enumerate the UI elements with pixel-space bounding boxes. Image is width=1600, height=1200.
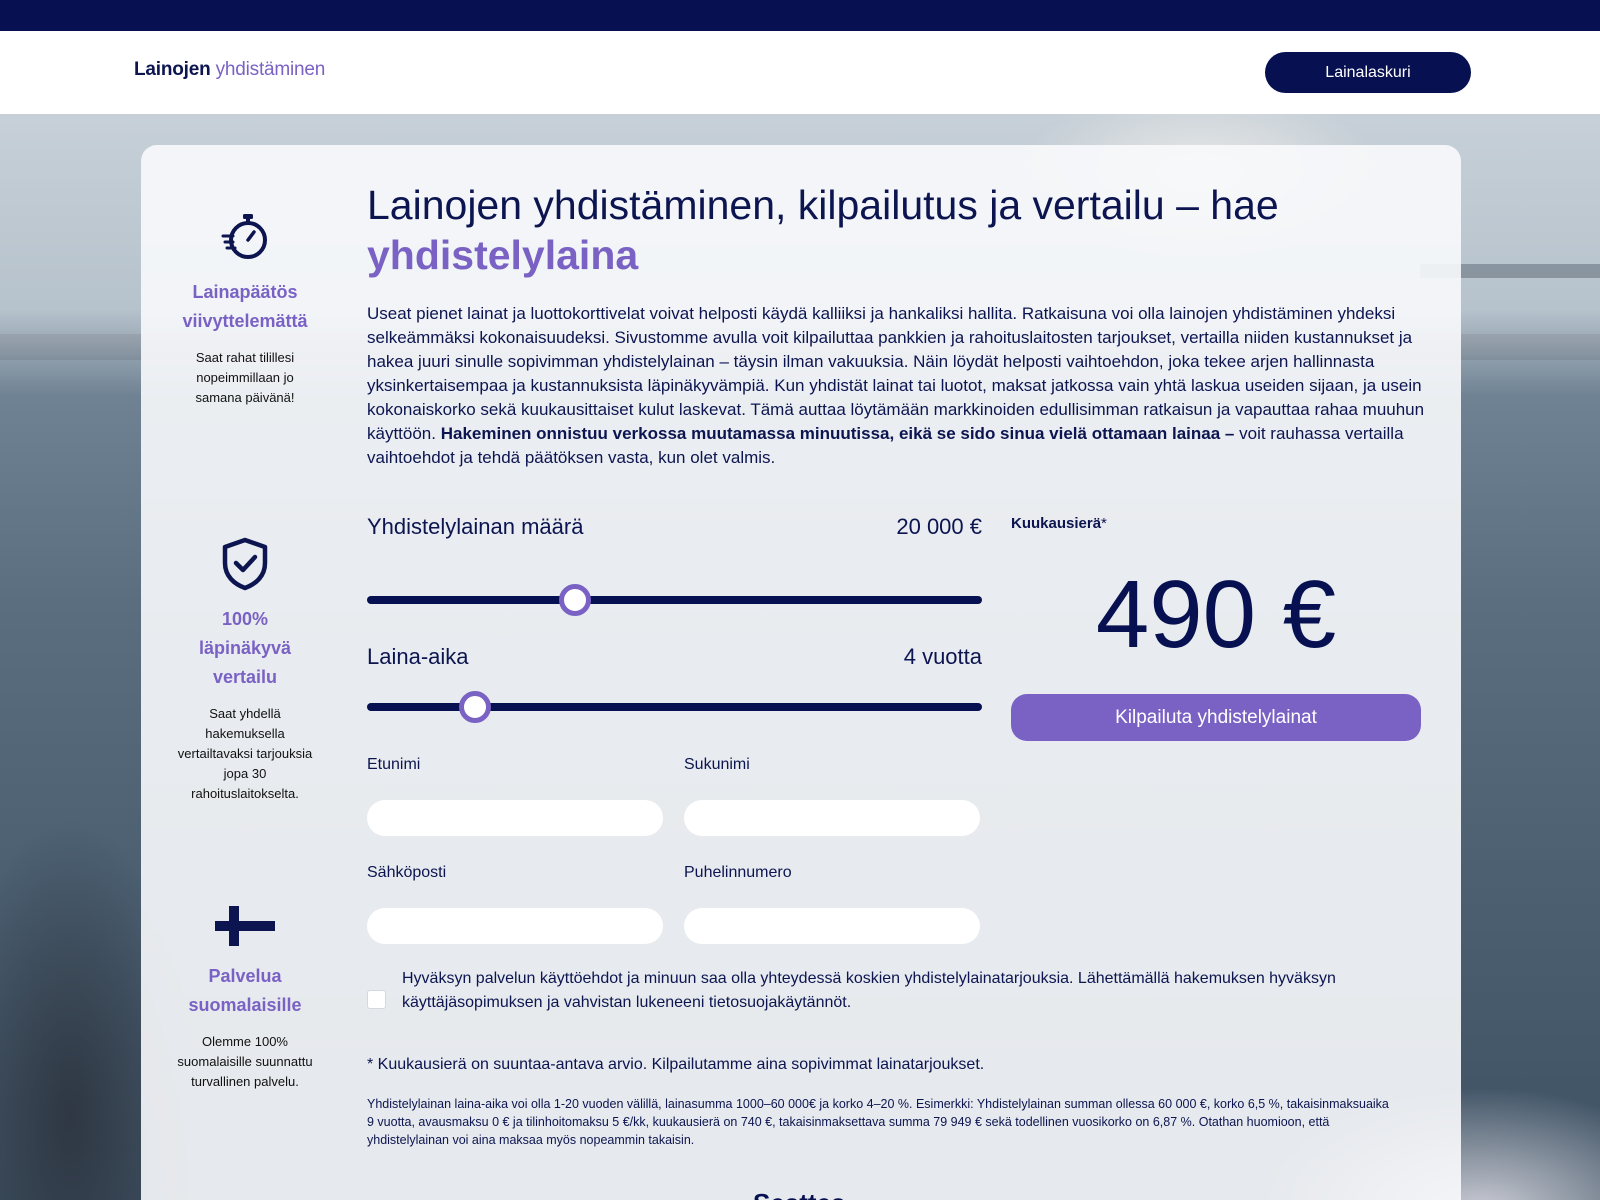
shield-check-icon: [222, 537, 268, 591]
last-name-field[interactable]: [684, 800, 980, 836]
term-slider-thumb[interactable]: [458, 691, 491, 723]
monthly-payment-label: Kuukausierä*: [1011, 515, 1107, 532]
loan-calculator-button[interactable]: Lainalaskuri: [1265, 52, 1471, 93]
finnish-cross-icon: [215, 906, 275, 946]
intro-paragraph: Useat pienet lainat ja luottokorttivelat…: [367, 302, 1427, 470]
amount-slider-value: 20 000 €: [896, 514, 982, 539]
intro-text: Useat pienet lainat ja luottokorttivelat…: [367, 304, 1425, 443]
feature-description: Olemme 100% suomalaisille suunnattu turv…: [177, 1034, 313, 1089]
page-title-main: Lainojen yhdistäminen, kilpailutus ja ve…: [367, 182, 1279, 228]
phone-field[interactable]: [684, 908, 980, 944]
phone-label: Puhelinnumero: [684, 864, 792, 881]
intro-bold-text: Hakeminen onnistuu verkossa muutamassa m…: [440, 424, 1235, 443]
last-name-label: Sukunimi: [684, 756, 750, 773]
feature-title: Palvelua suomalaisille: [188, 966, 302, 1015]
monthly-label-asterisk: *: [1101, 515, 1107, 532]
top-bar: [0, 0, 1600, 31]
email-label: Sähköposti: [367, 864, 447, 881]
next-section-heading: Sesttes: [753, 1188, 846, 1200]
feature-finnish-service: Palvelua suomalaisille Olemme 100% suoma…: [175, 904, 315, 1092]
monthly-payment-value: 490 €: [1095, 561, 1337, 668]
page-title: Lainojen yhdistäminen, kilpailutus ja ve…: [367, 180, 1417, 280]
logo-bold: Lainojen: [134, 59, 211, 80]
term-slider-track[interactable]: [367, 691, 982, 723]
logo-light: yhdistäminen: [215, 59, 326, 80]
feature-title: Lainapäätös viivyttelemättä: [182, 282, 308, 331]
fine-print: Yhdistelylainan laina-aika voi olla 1-20…: [367, 1097, 1389, 1147]
email-field[interactable]: [367, 908, 663, 944]
consent-checkbox[interactable]: [367, 990, 386, 1009]
feature-description: Saat rahat tilillesi nopeimmillaan jo sa…: [195, 350, 295, 405]
amount-slider-label: Yhdistelylainan määrä: [367, 514, 584, 539]
amount-slider-track[interactable]: [367, 584, 982, 616]
first-name-label: Etunimi: [367, 756, 421, 773]
consent-text: Hyväksyn palvelun käyttöehdot ja minuun …: [402, 970, 1336, 1011]
page-title-highlight: yhdistelylaina: [367, 232, 639, 278]
stopwatch-icon: [221, 214, 267, 259]
first-name-field[interactable]: [367, 800, 663, 836]
feature-description: Saat yhdellä hakemuksella vertailtavaksi…: [177, 706, 313, 801]
term-slider-label: Laina-aika: [367, 644, 469, 669]
site-header: Lainojen yhdistäminen Lainalaskuri: [0, 31, 1600, 114]
feature-transparent-comparison: 100% läpinäkyvä vertailu Saat yhdellä ha…: [175, 537, 315, 804]
estimate-note: * Kuukausierä on suuntaa-antava arvio. K…: [367, 1056, 985, 1073]
site-logo[interactable]: Lainojen yhdistäminen: [134, 59, 325, 81]
feature-fast-decision: Lainapäätös viivyttelemättä Saat rahat t…: [175, 210, 315, 408]
compare-loans-button[interactable]: Kilpailuta yhdistelylainat: [1011, 694, 1421, 741]
term-slider-value: 4 vuotta: [903, 644, 982, 669]
feature-title: 100% läpinäkyvä vertailu: [198, 609, 292, 687]
monthly-label-text: Kuukausierä: [1011, 515, 1102, 532]
